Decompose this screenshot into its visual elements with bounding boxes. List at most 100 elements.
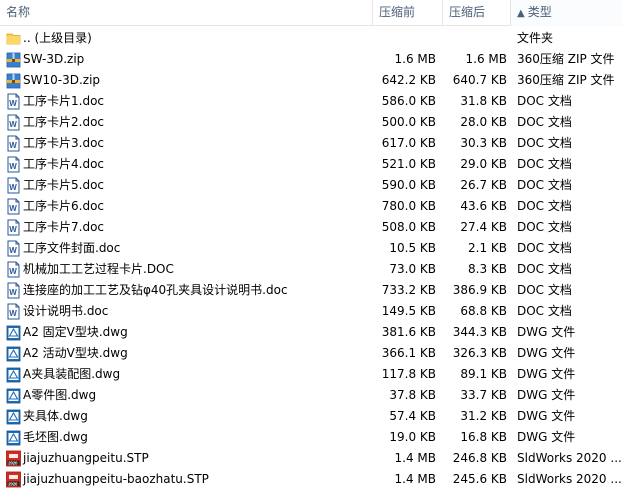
file-row[interactable]: W 工序卡片6.doc 780.0 KB 43.6 KB DOC 文档 [0, 196, 622, 217]
file-size-before: 586.0 KB [381, 94, 436, 108]
dwg-file-icon [6, 387, 21, 404]
file-row[interactable]: W 工序卡片3.doc 617.0 KB 30.3 KB DOC 文档 [0, 133, 622, 154]
file-size-before [372, 28, 436, 49]
file-row[interactable]: A夹具装配图.dwg 117.8 KB 89.1 KB DWG 文件 [0, 364, 622, 385]
file-name: A2 活动V型块.dwg [23, 346, 128, 360]
file-row[interactable]: 2020 jiajuzhuangpeitu-baozhatu.STP 1.4 MB 2… [0, 469, 622, 490]
file-size-after: 27.4 KB [460, 220, 507, 234]
dwg-file-icon [6, 345, 21, 362]
column-header-bar: 名称 压缩前 压缩后 ▲ 类型 [0, 0, 622, 26]
file-size-before: 366.1 KB [381, 346, 436, 360]
file-name-cell: 2020 jiajuzhuangpeitu-baozhatu.STP [4, 469, 372, 490]
file-row[interactable]: W 工序文件封面.doc 10.5 KB 2.1 KB DOC 文档 [0, 238, 622, 259]
file-type: DOC 文档 [517, 157, 572, 171]
file-size-before: 1.4 MB [394, 451, 436, 465]
file-row[interactable]: 毛坯图.dwg 19.0 KB 16.8 KB DWG 文件 [0, 427, 622, 448]
file-size-after: 386.9 KB [452, 283, 507, 297]
file-row[interactable]: W 工序卡片2.doc 500.0 KB 28.0 KB DOC 文档 [0, 112, 622, 133]
file-type: DOC 文档 [517, 283, 572, 297]
file-row[interactable]: W 工序卡片1.doc 586.0 KB 31.8 KB DOC 文档 [0, 91, 622, 112]
word-doc-icon: W [6, 177, 21, 194]
word-doc-icon: W [6, 135, 21, 152]
file-name-cell: W 工序卡片7.doc [4, 217, 372, 238]
file-name-cell: SW-3D.zip [4, 49, 372, 70]
file-name-cell: W 设计说明书.doc [4, 301, 372, 322]
file-type: DOC 文档 [517, 262, 572, 276]
column-header-type[interactable]: ▲ 类型 [510, 0, 622, 26]
file-size-before: 73.0 KB [389, 262, 436, 276]
word-doc-icon: W [6, 261, 21, 278]
file-row[interactable]: W 工序卡片4.doc 521.0 KB 29.0 KB DOC 文档 [0, 154, 622, 175]
file-row[interactable]: 2020 jiajuzhuangpeitu.STP 1.4 MB 246.8 KB Sl… [0, 448, 622, 469]
file-name: A2 固定V型块.dwg [23, 325, 128, 339]
file-size-before: 117.8 KB [381, 367, 436, 381]
file-size-after: 640.7 KB [452, 73, 507, 87]
file-type: DOC 文档 [517, 304, 572, 318]
dwg-file-icon [6, 366, 21, 383]
file-size-after: 33.7 KB [460, 388, 507, 402]
column-header-uncompressed[interactable]: 压缩后 [442, 0, 510, 26]
file-name-cell: .. (上级目录) [4, 28, 372, 49]
file-row[interactable]: SW-3D.zip 1.6 MB 1.6 MB 360压缩 ZIP 文件 [0, 49, 622, 70]
svg-text:W: W [9, 141, 17, 150]
file-type: DOC 文档 [517, 241, 572, 255]
file-name: jiajuzhuangpeitu.STP [23, 451, 149, 465]
svg-text:W: W [9, 162, 17, 171]
file-name-cell: W 机械加工工艺过程卡片.DOC [4, 259, 372, 280]
file-name: 机械加工工艺过程卡片.DOC [23, 262, 174, 276]
file-name: 工序卡片4.doc [23, 157, 105, 171]
file-size-after: 246.8 KB [452, 451, 507, 465]
file-row[interactable]: .. (上级目录) 文件夹 [0, 28, 622, 49]
file-size-before: 57.4 KB [389, 409, 436, 423]
file-name: A零件图.dwg [23, 388, 97, 402]
file-size-before: 617.0 KB [381, 136, 436, 150]
file-row[interactable]: A零件图.dwg 37.8 KB 33.7 KB DWG 文件 [0, 385, 622, 406]
column-header-uncompressed-label: 压缩后 [449, 5, 486, 19]
svg-text:2020: 2020 [8, 460, 18, 465]
file-name: 工序卡片6.doc [23, 199, 105, 213]
file-size-before: 10.5 KB [389, 241, 436, 255]
file-size-before: 642.2 KB [381, 73, 436, 87]
file-type: DOC 文档 [517, 220, 572, 234]
file-name: A夹具装配图.dwg [23, 367, 121, 381]
file-name-cell: A2 固定V型块.dwg [4, 322, 372, 343]
column-header-name-label: 名称 [6, 5, 31, 19]
svg-text:W: W [9, 309, 17, 318]
file-row[interactable]: A2 活动V型块.dwg 366.1 KB 326.3 KB DWG 文件 [0, 343, 622, 364]
file-name: 工序卡片1.doc [23, 94, 105, 108]
file-size-after [442, 28, 507, 49]
file-row[interactable]: W 机械加工工艺过程卡片.DOC 73.0 KB 8.3 KB DOC 文档 [0, 259, 622, 280]
svg-text:W: W [9, 267, 17, 276]
file-row[interactable]: SW10-3D.zip 642.2 KB 640.7 KB 360压缩 ZIP 文件 [0, 70, 622, 91]
file-size-after: 16.8 KB [460, 430, 507, 444]
file-row[interactable]: W 工序卡片5.doc 590.0 KB 26.7 KB DOC 文档 [0, 175, 622, 196]
file-size-before: 149.5 KB [381, 304, 436, 318]
svg-text:W: W [9, 288, 17, 297]
file-size-before: 37.8 KB [389, 388, 436, 402]
file-size-after: 245.6 KB [452, 472, 507, 486]
file-size-before: 508.0 KB [381, 220, 436, 234]
file-row[interactable]: W 工序卡片7.doc 508.0 KB 27.4 KB DOC 文档 [0, 217, 622, 238]
dwg-file-icon [6, 408, 21, 425]
zip-archive-icon [6, 51, 21, 68]
svg-text:W: W [9, 225, 17, 234]
file-name: 连接座的加工工艺及钻φ40孔夹具设计说明书.doc [23, 283, 288, 297]
word-doc-icon: W [6, 156, 21, 173]
file-name-cell: 毛坯图.dwg [4, 427, 372, 448]
file-type: DWG 文件 [517, 388, 576, 402]
file-size-after: 89.1 KB [460, 367, 507, 381]
svg-text:W: W [9, 246, 17, 255]
file-type: 360压缩 ZIP 文件 [517, 73, 615, 87]
file-row[interactable]: A2 固定V型块.dwg 381.6 KB 344.3 KB DWG 文件 [0, 322, 622, 343]
file-name-cell: W 工序文件封面.doc [4, 238, 372, 259]
column-header-compressed[interactable]: 压缩前 [372, 0, 442, 26]
file-name: 工序卡片2.doc [23, 115, 105, 129]
file-row[interactable]: 夹具体.dwg 57.4 KB 31.2 KB DWG 文件 [0, 406, 622, 427]
file-row[interactable]: W 设计说明书.doc 149.5 KB 68.8 KB DOC 文档 [0, 301, 622, 322]
file-row[interactable]: W 连接座的加工工艺及钻φ40孔夹具设计说明书.doc 733.2 KB 386.9 … [0, 280, 622, 301]
file-size-after: 26.7 KB [460, 178, 507, 192]
word-doc-icon: W [6, 114, 21, 131]
file-size-after: 68.8 KB [460, 304, 507, 318]
column-header-name[interactable]: 名称 [0, 0, 372, 26]
column-header-compressed-label: 压缩前 [379, 5, 416, 19]
